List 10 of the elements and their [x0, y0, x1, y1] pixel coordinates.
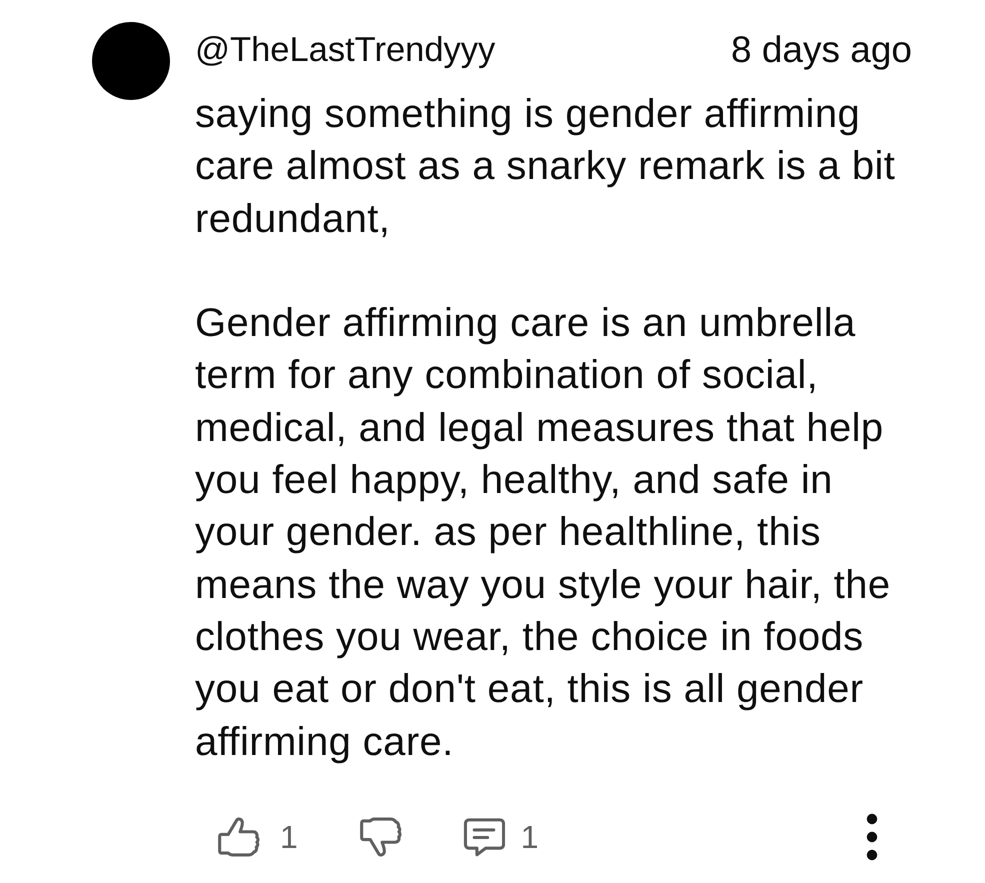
timestamp: 8 days ago — [730, 28, 912, 72]
comment-text: saying something is gender affirming care almost as a snarky remark is a bit redundant, — [195, 91, 896, 243]
comment-text: Gender affirming care is an umbrella term for any combination of social, medical, and legal measures that help you feel happy, healthy, and safe in your gender. as per healthline, this means the way you style your hair, the clothes you wear, the choice in foods you eat or don't eat, this is all gender affirming care. — [195, 300, 892, 766]
reply-button[interactable]: 1 — [462, 816, 539, 858]
thumbs-up-icon — [218, 816, 260, 858]
like-button[interactable]: 1 — [218, 816, 298, 858]
comment-icon — [462, 816, 505, 858]
username[interactable]: @TheLastTrendyyy — [195, 28, 496, 72]
dislike-button[interactable] — [360, 816, 402, 858]
thumbs-down-icon — [360, 816, 402, 858]
